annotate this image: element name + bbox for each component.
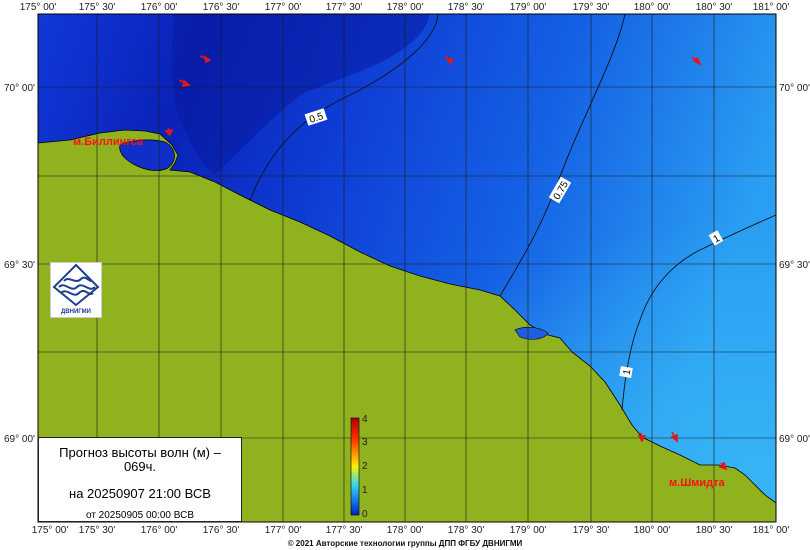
lat-tick-label: 69° 30' [4, 260, 35, 271]
lon-tick-label: 181° 00' [753, 2, 790, 13]
logo-emblem-icon [52, 263, 100, 307]
legend-tick-label: 3 [362, 437, 368, 448]
lon-tick-label: 175° 30' [79, 525, 116, 536]
forecast-base-time: от 20250905 00:00 ВСВ [85, 510, 194, 521]
lon-tick-label: 175° 30' [79, 2, 116, 13]
lat-tick-label: 69° 30' [779, 260, 810, 271]
legend-tick-label: 2 [362, 461, 368, 472]
lon-labels-bottom: 175° 00' 175° 30' 176° 00' 176° 30' 177°… [32, 525, 790, 536]
lon-tick-label: 176° 30' [203, 525, 240, 536]
lon-tick-label: 179° 30' [573, 525, 610, 536]
lat-labels-left: 70° 00' 69° 30' 69° 00' [4, 83, 35, 445]
place-label-shmidta: м.Шмидта [669, 477, 726, 489]
lon-tick-label: 180° 30' [696, 2, 733, 13]
lon-tick-label: 177° 30' [326, 2, 363, 13]
logo-name: ДВНИГМИ [61, 309, 91, 315]
legend-tick-label: 1 [362, 485, 368, 496]
lon-tick-label: 178° 00' [387, 2, 424, 13]
lat-tick-label: 69° 00' [779, 434, 810, 445]
forecast-valid-time: на 20250907 21:00 ВСВ [69, 486, 211, 501]
lon-tick-label: 179° 30' [573, 2, 610, 13]
lon-tick-label: 180° 30' [696, 525, 733, 536]
lon-tick-label: 180° 00' [634, 2, 671, 13]
lon-tick-label: 177° 00' [265, 525, 302, 536]
lon-tick-label: 180° 00' [634, 525, 671, 536]
lat-tick-label: 70° 00' [4, 83, 35, 94]
wave-arrow-icon [718, 461, 728, 471]
lon-tick-label: 178° 30' [448, 525, 485, 536]
lat-tick-label: 70° 00' [779, 83, 810, 94]
lon-tick-label: 179° 00' [510, 2, 547, 13]
lon-tick-label: 181° 00' [753, 525, 790, 536]
legend-tick-label: 4 [362, 414, 368, 425]
copyright-footer: © 2021 Авторские технологии группы ДПП Ф… [287, 539, 523, 548]
dvnigmi-logo: ДВНИГМИ [50, 262, 102, 318]
lon-tick-label: 178° 30' [448, 2, 485, 13]
lon-tick-label: 175° 00' [32, 525, 69, 536]
place-label-billings: м.Биллингса [73, 136, 144, 148]
lon-tick-label: 176° 00' [141, 525, 178, 536]
lon-labels-top: 175° 00' 175° 30' 176° 00' 176° 30' 177°… [20, 2, 790, 13]
forecast-info-box: Прогноз высоты волн (м) – 069ч. на 20250… [38, 437, 242, 522]
lon-tick-label: 176° 30' [203, 2, 240, 13]
lon-tick-label: 177° 00' [265, 2, 302, 13]
lon-tick-label: 177° 30' [326, 525, 363, 536]
lat-labels-right: 70° 00' 69° 30' 69° 00' [779, 83, 810, 445]
lon-tick-label: 178° 00' [387, 525, 424, 536]
lat-tick-label: 69° 00' [4, 434, 35, 445]
forecast-title: Прогноз высоты волн (м) – 069ч. [59, 445, 221, 474]
lon-tick-label: 176° 00' [141, 2, 178, 13]
legend-tick-label: 0 [362, 509, 368, 520]
lon-tick-label: 175° 00' [20, 2, 57, 13]
lon-tick-label: 179° 00' [510, 525, 547, 536]
